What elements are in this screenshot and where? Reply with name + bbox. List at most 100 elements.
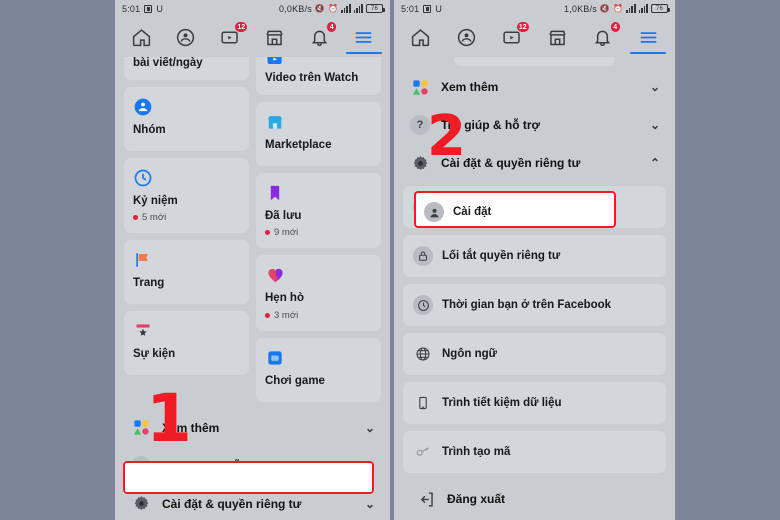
settings-item-highlight-content[interactable]: Cài đặt xyxy=(424,202,491,222)
globe-icon xyxy=(413,344,433,364)
phone-screen-left: 5:01 U 0,0KB/s 🔇 ⏰ 76 12 4 bài viết/ngày… xyxy=(115,0,390,520)
new-dot xyxy=(265,312,270,318)
nav-tab-notifications[interactable]: 4 xyxy=(299,20,339,54)
settings-gear-icon xyxy=(130,493,152,515)
status-time: 5:01 xyxy=(122,3,141,14)
row-see-more[interactable]: Xem thêm ⌄ xyxy=(124,409,381,447)
nav-tab-marketplace[interactable] xyxy=(255,20,295,54)
clock-icon xyxy=(413,295,433,315)
card-marketplace[interactable]: Marketplace xyxy=(256,102,381,167)
card-label: Hẹn hò xyxy=(265,292,304,305)
card-sub-label: 9 mới xyxy=(274,227,299,239)
saved-icon xyxy=(265,182,372,204)
menu-scroll-left[interactable]: bài viết/ngày Nhóm Kỷ niệm 5 mới Trang S… xyxy=(115,57,390,520)
card-label: Marketplace xyxy=(265,139,332,152)
card-events[interactable]: Sự kiện xyxy=(124,311,249,376)
nav-tab-home[interactable] xyxy=(121,20,161,54)
battery-icon: 76 xyxy=(366,4,385,13)
card-badge-sub: 9 mới xyxy=(265,227,372,238)
key-icon xyxy=(413,442,433,462)
card-watch-video[interactable]: Video trên Watch xyxy=(256,57,381,96)
logout-icon xyxy=(415,488,437,510)
row-settings-privacy[interactable]: Cài đặt & quyền riêng tư ⌄ xyxy=(124,485,381,520)
alarm-icon: ⏰ xyxy=(328,4,339,13)
card-badge-sub: 5 mới xyxy=(133,212,240,223)
row-label: Cài đặt & quyền riêng tư xyxy=(441,156,581,170)
card-gaming[interactable]: Chơi game xyxy=(256,337,381,402)
mute-icon: 🔇 xyxy=(599,4,611,13)
mute-icon: 🔇 xyxy=(314,4,326,13)
subrow-label: Ngôn ngữ xyxy=(442,348,497,360)
help-icon: ? xyxy=(409,114,431,136)
card-label: Chơi game xyxy=(265,374,325,387)
status-bar-left: 5:01 U 0,0KB/s 🔇 ⏰ 76 xyxy=(115,0,390,17)
status-bar-right: 5:01 U 1,0KB/s 🔇 ⏰ 76 xyxy=(394,0,675,17)
memories-icon xyxy=(133,167,240,189)
shortcut-column-left: bài viết/ngày Nhóm Kỷ niệm 5 mới Trang S… xyxy=(124,57,249,402)
subrow-data-saver[interactable]: Trình tiết kiệm dữ liệu xyxy=(403,382,666,424)
row-label: Xem thêm xyxy=(441,80,499,94)
subrow-time-on-facebook[interactable]: Thời gian bạn ở trên Facebook xyxy=(403,284,666,326)
card-posts-per-day[interactable]: bài viết/ngày xyxy=(124,57,249,81)
pages-icon xyxy=(133,249,240,271)
watch-icon xyxy=(265,57,372,69)
groups-icon xyxy=(133,96,240,118)
events-icon xyxy=(133,320,240,342)
card-sub-label: 5 mới xyxy=(142,212,167,224)
card-label: Sự kiện xyxy=(133,348,176,361)
nav-tab-home[interactable] xyxy=(401,20,441,54)
settings-submenu: Cài đặt Lối tắt quyền riêng tư Thời gian… xyxy=(394,186,675,518)
subrow-privacy-shortcut[interactable]: Lối tắt quyền riêng tư xyxy=(403,235,666,277)
subrow-label: Thời gian bạn ở trên Facebook xyxy=(442,299,612,311)
subrow-label: Lối tắt quyền riêng tư xyxy=(442,250,561,262)
signal-icon xyxy=(341,4,351,13)
signal-icon xyxy=(353,4,363,13)
nav-tab-watch[interactable]: 12 xyxy=(210,20,250,54)
see-more-icon xyxy=(130,417,152,439)
gaming-icon xyxy=(265,347,372,369)
card-saved[interactable]: Đã lưu 9 mới xyxy=(256,173,381,249)
shortcut-column-right: Video trên Watch Marketplace Đã lưu 9 mớ… xyxy=(256,57,381,402)
menu-rows-right: Xem thêm ⌄ ? Trợ giúp & hỗ trợ ⌄ Cài đặt… xyxy=(394,68,675,182)
card-label: Đã lưu xyxy=(265,210,302,223)
phone-icon xyxy=(413,393,433,413)
account-settings-icon xyxy=(424,202,444,222)
card-dating[interactable]: Hẹn hò 3 mới xyxy=(256,255,381,331)
row-see-more[interactable]: Xem thêm ⌄ xyxy=(403,68,666,106)
card-label: Kỷ niệm xyxy=(133,195,178,208)
subrow-code-generator[interactable]: Trình tạo mã xyxy=(403,431,666,473)
carrier-label: U xyxy=(435,3,443,14)
row-settings-privacy[interactable]: Cài đặt & quyền riêng tư ⌃ xyxy=(403,144,666,182)
card-memories[interactable]: Kỷ niệm 5 mới xyxy=(124,158,249,234)
card-sub-label: 3 mới xyxy=(274,309,299,321)
watch-badge: 12 xyxy=(515,21,530,33)
sim-icon xyxy=(144,4,153,13)
nav-tab-watch[interactable]: 12 xyxy=(492,20,532,54)
subrow-language[interactable]: Ngôn ngữ xyxy=(403,333,666,375)
netspeed-label: 1,0KB/s xyxy=(563,3,597,14)
top-nav-left: 12 4 xyxy=(115,17,390,57)
screenshot-stage: 5:01 U 0,0KB/s 🔇 ⏰ 76 12 4 bài viết/ngày… xyxy=(0,0,780,520)
card-pages[interactable]: Trang xyxy=(124,240,249,305)
card-label: Trang xyxy=(133,277,165,290)
nav-tab-marketplace[interactable] xyxy=(537,20,577,54)
panel-divider xyxy=(390,0,394,520)
nav-tab-notifications[interactable]: 4 xyxy=(583,20,623,54)
signal-icon xyxy=(638,4,648,13)
chevron-down-icon: ⌄ xyxy=(364,496,375,511)
phone-screen-right: 5:01 U 1,0KB/s 🔇 ⏰ 76 12 4 Xem thêm ⌄ ? … xyxy=(394,0,675,520)
signal-icon xyxy=(626,4,636,13)
row-label: Trợ giúp & hỗ trợ xyxy=(441,118,541,132)
nav-tab-menu[interactable] xyxy=(344,20,384,54)
watch-badge: 12 xyxy=(234,21,249,33)
notifications-badge: 4 xyxy=(609,21,621,33)
new-dot xyxy=(265,230,270,236)
row-help-support[interactable]: ? Trợ giúp & hỗ trợ ⌄ xyxy=(403,106,666,144)
row-logout[interactable]: Đăng xuất xyxy=(409,480,660,518)
card-label: Video trên Watch xyxy=(265,72,359,84)
nav-tab-friends[interactable] xyxy=(446,20,486,54)
menu-scroll-right[interactable]: Xem thêm ⌄ ? Trợ giúp & hỗ trợ ⌄ Cài đặt… xyxy=(394,57,675,520)
nav-tab-friends[interactable] xyxy=(166,20,206,54)
nav-tab-menu[interactable] xyxy=(628,20,668,54)
card-groups[interactable]: Nhóm xyxy=(124,87,249,152)
